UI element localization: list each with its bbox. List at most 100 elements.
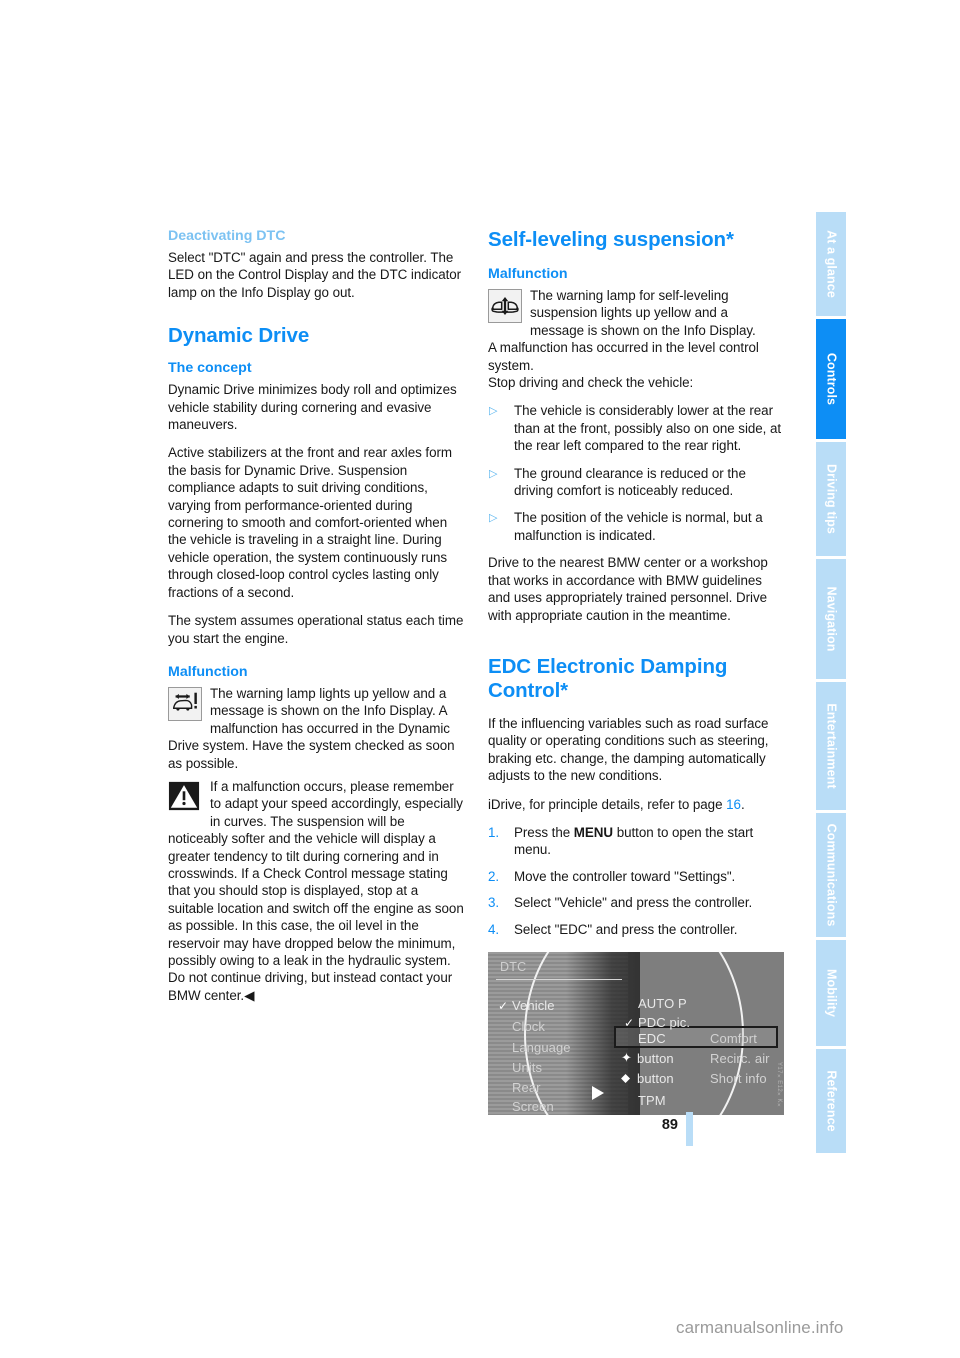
paragraph-deactivating-dtc: Select "DTC" again and press the control…	[168, 250, 462, 300]
idrive-right-item-tpm[interactable]: TPM	[638, 1093, 666, 1108]
step-number: 2.	[488, 868, 500, 884]
tab-entertainment[interactable]: Entertainment	[816, 682, 846, 810]
idrive-header-rule	[496, 978, 622, 980]
dynamic-drive-warning-lamp-icon	[168, 686, 202, 721]
heading-malfunction-self-leveling: Malfunction	[488, 266, 568, 282]
idrive-left-check-icon: ✓	[498, 998, 509, 1013]
tab-label: Controls	[824, 352, 839, 406]
paragraph-concept-3: The system assumes operational status ea…	[168, 613, 464, 646]
self-leveling-lamp-text: The warning lamp for self-leveling suspe…	[530, 288, 756, 338]
idrive-selection-pointer-icon	[592, 1085, 604, 1100]
self-leveling-suspension-lamp-icon	[488, 289, 522, 323]
idrive-edc-value: Comfort	[710, 1030, 757, 1046]
self-leveling-instruction: Stop driving and check the vehicle:	[488, 375, 694, 391]
idrive-control-display-figure: DTC ✓ Vehicle Clock Language Units Rear …	[488, 951, 784, 1115]
tab-label: Navigation	[824, 586, 839, 652]
self-leveling-lamp-followup: A malfunction has occurred in the level …	[488, 340, 759, 373]
tab-reference[interactable]: Reference	[816, 1049, 846, 1153]
triangle-bullet-icon: ▷	[489, 467, 498, 480]
list-item: 2. Move the controller toward "Settings"…	[488, 868, 784, 885]
idrive-left-item-rear[interactable]: Rear	[512, 1080, 541, 1095]
edc-step-list: 1. Press the MENU button to open the sta…	[488, 824, 784, 938]
idrive-diamond-button-icon: ⬥	[621, 1069, 631, 1085]
idrive-right-item-star-button[interactable]: button	[637, 1051, 674, 1066]
heading-self-leveling-suspension: Self-leveling suspension*	[488, 228, 734, 251]
heading-edc: EDC Electronic Damping Control*	[488, 654, 728, 702]
idrive-pdc-check-icon: ✓	[624, 1015, 635, 1030]
triangle-bullet-icon: ▷	[489, 512, 498, 525]
idrive-right-item-auto-p[interactable]: AUTO P	[638, 996, 687, 1011]
manual-page: At a glance Controls Driving tips Naviga…	[0, 0, 960, 1358]
left-text-column: Deactivating DTC Select "DTC" again and …	[168, 228, 464, 1004]
tab-at-a-glance[interactable]: At a glance	[816, 212, 846, 316]
site-watermark: carmanualsonline.info	[676, 1318, 844, 1337]
page-cross-reference-link[interactable]: 16	[726, 797, 741, 812]
heading-malfunction-dynamic-drive: Malfunction	[168, 663, 248, 680]
idrive-header-label: DTC	[500, 959, 527, 974]
section-tab-rail: At a glance Controls Driving tips Naviga…	[816, 212, 846, 1153]
list-item: ▷ The ground clearance is reduced or the…	[488, 465, 784, 500]
dynamic-drive-warning-lamp-text: The warning lamp lights up yellow and a …	[168, 685, 455, 771]
list-item: ▷ The vehicle is considerably lower at t…	[488, 402, 784, 454]
list-item: 3. Select "Vehicle" and press the contro…	[488, 894, 784, 911]
heading-dynamic-drive: Dynamic Drive	[168, 324, 310, 348]
list-item: 4. Select "EDC" and press the controller…	[488, 921, 784, 938]
dynamic-drive-caution-block: If a malfunction occurs, please remember…	[168, 778, 464, 1004]
step-number: 3.	[488, 895, 500, 911]
tab-label: At a glance	[824, 230, 839, 298]
idrive-left-item-screen[interactable]: Screen	[512, 1099, 554, 1114]
idrive-right-item-diamond-button[interactable]: button	[637, 1071, 674, 1086]
paragraph-idrive-reference: iDrive, for principle details, refer to …	[488, 796, 784, 813]
heading-deactivating-dtc: Deactivating DTC	[168, 228, 286, 244]
idrive-star-button-icon: ✦	[621, 1049, 632, 1065]
step-number: 1.	[488, 824, 500, 840]
idrive-left-item-language[interactable]: Language	[512, 1040, 571, 1055]
tab-navigation[interactable]: Navigation	[816, 559, 846, 679]
list-item-text: The ground clearance is reduced or the d…	[514, 465, 746, 499]
heading-the-concept: The concept	[168, 360, 252, 377]
tab-driving-tips[interactable]: Driving tips	[816, 442, 846, 556]
figure-id-code: Y17×E12×K×	[776, 1061, 782, 1109]
idrive-left-item-vehicle[interactable]: Vehicle	[512, 998, 555, 1013]
triangle-bullet-icon: ▷	[489, 405, 498, 418]
list-item-text: The vehicle is considerably lower at the…	[514, 403, 782, 454]
right-text-column: Self-leveling suspension* Malfunction Th…	[488, 228, 784, 1115]
step-text: Select "Vehicle" and press the controlle…	[514, 895, 753, 911]
tab-label: Communications	[824, 823, 839, 927]
paragraph-edc-intro: If the influencing variables such as roa…	[488, 715, 769, 784]
tab-label: Entertainment	[824, 703, 839, 789]
warning-triangle-icon	[168, 780, 202, 814]
tab-communications[interactable]: Communications	[816, 813, 846, 937]
self-leveling-symptom-list: ▷ The vehicle is considerably lower at t…	[488, 402, 784, 544]
tab-label: Mobility	[824, 968, 839, 1018]
tab-label: Driving tips	[824, 464, 839, 534]
page-number-rule	[686, 1112, 693, 1146]
step-text: Move the controller toward "Settings".	[514, 868, 736, 884]
menu-button-label: MENU	[573, 824, 614, 840]
idrive-left-item-units[interactable]: Units	[512, 1060, 542, 1075]
idrive-left-item-clock[interactable]: Clock	[512, 1019, 545, 1034]
end-of-section-marker: ◀	[244, 987, 255, 1003]
step-text: Select "EDC" and press the controller.	[514, 921, 738, 937]
caution-text-body: If a malfunction occurs, please remember…	[168, 778, 464, 1003]
page-number: 89	[661, 1117, 678, 1133]
step-text-prefix: Press the	[514, 824, 574, 840]
idrive-right-item-edc[interactable]: EDC	[638, 1031, 666, 1046]
idrive-ref-prefix: iDrive, for principle details, refer to …	[488, 796, 727, 812]
dynamic-drive-caution-text: If a malfunction occurs, please remember…	[168, 778, 464, 1004]
self-leveling-closing: Drive to the nearest BMW center or a wor…	[488, 555, 768, 623]
self-leveling-warning-lamp-block: The warning lamp for self-leveling suspe…	[488, 287, 784, 339]
dynamic-drive-warning-lamp-block: The warning lamp lights up yellow and a …	[168, 685, 464, 772]
tab-label: Reference	[824, 1070, 839, 1132]
tab-mobility[interactable]: Mobility	[816, 940, 846, 1046]
paragraph-concept-2: Active stabilizers at the front and rear…	[168, 445, 452, 600]
idrive-right-item-pdc-pic[interactable]: PDC pic.	[638, 1015, 690, 1030]
idrive-diamond-button-value: Short info	[710, 1070, 767, 1086]
tab-controls[interactable]: Controls	[816, 319, 846, 439]
step-number: 4.	[488, 921, 500, 937]
paragraph-concept-1: Dynamic Drive minimizes body roll and op…	[168, 382, 457, 433]
list-item: ▷ The position of the vehicle is normal,…	[488, 509, 784, 544]
list-item-text: The position of the vehicle is normal, b…	[514, 510, 763, 543]
